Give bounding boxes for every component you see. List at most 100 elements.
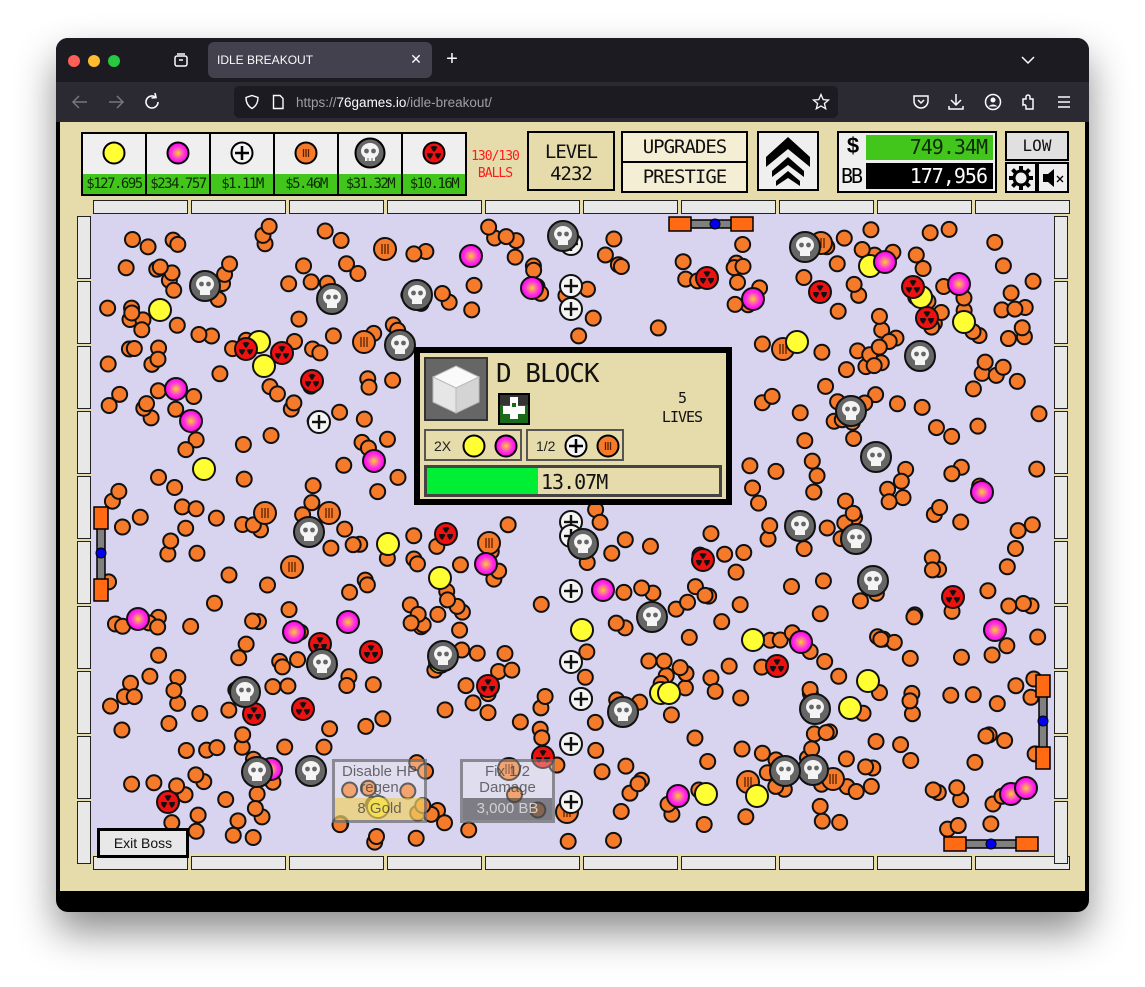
bb-label: BB: [841, 164, 863, 188]
shop-item-sniper-ball[interactable]: $1.11M: [211, 134, 273, 194]
bookmark-star-icon[interactable]: [812, 93, 830, 111]
poison-ball: [291, 697, 315, 721]
shop-item-basic-ball[interactable]: $127.695: [83, 134, 145, 194]
back-icon[interactable]: [68, 90, 92, 114]
wall-brick: [77, 671, 91, 734]
settings-button[interactable]: [1005, 162, 1037, 193]
balls-layer: [99, 217, 1048, 851]
menu-icon[interactable]: [1052, 90, 1076, 114]
paddle-right[interactable]: [1035, 674, 1051, 770]
reload-icon[interactable]: [140, 90, 164, 114]
basic-ball: [457, 677, 475, 695]
basic-ball: [367, 828, 385, 846]
basic-ball: [702, 525, 720, 543]
plasma-ball: [179, 409, 203, 433]
shield-icon[interactable]: [244, 94, 260, 110]
wall-brick: [1054, 541, 1068, 604]
wall-brick: [77, 216, 91, 279]
balls-count-value: 130/130: [471, 149, 520, 164]
extensions-icon[interactable]: [1017, 90, 1041, 114]
maximize-window-button[interactable]: [108, 55, 120, 67]
paddle-bottom[interactable]: [943, 836, 1039, 852]
basic-ball: [862, 221, 880, 239]
yellow-ball: [838, 696, 862, 720]
yellow-ball: [741, 628, 765, 652]
forward-icon[interactable]: [104, 90, 128, 114]
shop-item-plasma-ball[interactable]: $234.757: [147, 134, 209, 194]
close-window-button[interactable]: [68, 55, 80, 67]
basic-ball: [813, 343, 831, 361]
basic-ball: [870, 338, 888, 356]
basic-ball: [338, 676, 356, 694]
boss-hp-fill: [427, 468, 538, 494]
basic-ball: [145, 774, 163, 792]
fix-half-damage-button[interactable]: Fix 1/2 Damage 3,000 BB: [460, 759, 555, 823]
shop-item-cannon-ball[interactable]: $31.32M: [339, 134, 401, 194]
plasma-ball: [873, 250, 897, 274]
prestige-button[interactable]: PRESTIGE: [623, 163, 746, 191]
basic-ball: [977, 727, 995, 745]
download-icon[interactable]: [944, 90, 968, 114]
basic-ball: [190, 326, 208, 344]
list-all-tabs-icon[interactable]: [1018, 50, 1038, 70]
poison-ball: [915, 306, 939, 330]
basic-ball: [808, 467, 826, 485]
basic-ball: [686, 729, 704, 747]
basic-ball: [1014, 594, 1032, 612]
disable-hp-regen-button[interactable]: Disable HP regen 8 Gold: [332, 759, 427, 823]
url-bar[interactable]: https://76games.io/idle-breakout/: [234, 86, 838, 118]
basic-ball: [322, 539, 340, 557]
basic-ball: [734, 257, 752, 275]
game-area: $127.695 $234.757 $1.11M $5.46M $31.32M …: [60, 122, 1085, 891]
sniper-ball: [559, 579, 583, 603]
basic-ball: [234, 726, 252, 744]
basic-ball: [536, 688, 554, 706]
paddle-left[interactable]: [93, 506, 109, 602]
account-icon[interactable]: [981, 90, 1005, 114]
cannon-skull-ball: [860, 441, 892, 473]
basic-ball: [996, 731, 1014, 749]
basic-ball: [1009, 522, 1027, 540]
mute-button[interactable]: [1037, 162, 1069, 193]
basic-ball: [364, 676, 382, 694]
quality-toggle-button[interactable]: LOW: [1005, 131, 1069, 161]
radiation-ball-icon: [422, 141, 446, 165]
basic-ball: [976, 353, 994, 371]
wall-brick: [485, 856, 580, 870]
basic-ball: [133, 321, 151, 339]
basic-ball: [966, 753, 984, 771]
cannon-skull-ball: [306, 648, 338, 680]
basic-ball: [355, 410, 373, 428]
cannon-skull-ball: [835, 395, 867, 427]
basic-ball: [436, 814, 454, 832]
shop-item-poison-ball[interactable]: $10.16M: [403, 134, 465, 194]
cannon-skull-ball: [799, 693, 831, 725]
basic-ball: [436, 701, 454, 719]
rank-up-button[interactable]: [757, 131, 819, 191]
basic-ball: [612, 258, 630, 276]
close-tab-icon[interactable]: ✕: [406, 49, 426, 69]
wall-brick: [1054, 736, 1068, 799]
minimize-window-button[interactable]: [88, 55, 100, 67]
basic-ball: [177, 741, 195, 759]
pocket-icon[interactable]: [909, 90, 933, 114]
wall-brick: [191, 856, 286, 870]
paddle-top[interactable]: [668, 216, 754, 232]
play-field[interactable]: Disable HP regen 8 Gold Fix 1/2 Damage 3…: [91, 214, 1054, 854]
tab-overview-icon[interactable]: [172, 51, 190, 69]
upgrades-button[interactable]: UPGRADES: [623, 133, 746, 161]
basic-ball: [150, 646, 168, 664]
basic-ball: [837, 361, 855, 379]
exit-boss-button[interactable]: Exit Boss: [97, 828, 189, 858]
tab-idle-breakout[interactable]: IDLE BREAKOUT ✕: [208, 42, 432, 78]
url-prefix: https://: [296, 95, 337, 110]
new-tab-icon[interactable]: +: [442, 49, 462, 69]
wall-brick: [77, 541, 91, 604]
basic-ball: [679, 593, 697, 611]
yellow-ball: [856, 669, 880, 693]
basic-ball: [162, 532, 180, 550]
basic-ball: [596, 246, 614, 264]
wall-brick: [387, 200, 482, 214]
shop-item-scatter-ball[interactable]: $5.46M: [275, 134, 337, 194]
disable-regen-label: Disable HP: [341, 763, 418, 780]
